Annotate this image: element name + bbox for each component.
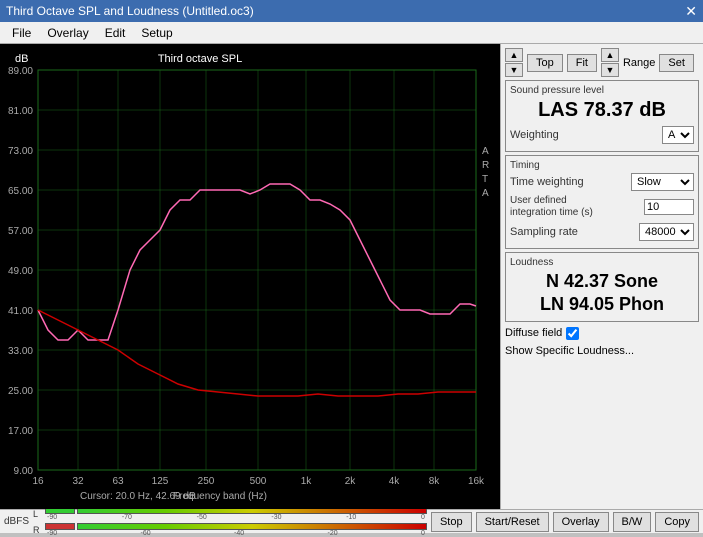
svg-text:65.00: 65.00 [8, 186, 33, 197]
overlay-button[interactable]: Overlay [553, 512, 609, 532]
time-weighting-select[interactable]: Slow Fast Impulse [631, 173, 694, 191]
right-panel: ▲ ▼ Top Fit ▲ ▼ Range Set Sound pressure… [500, 44, 703, 509]
time-weighting-label: Time weighting [510, 176, 584, 188]
set-button[interactable]: Set [659, 54, 694, 72]
svg-text:57.00: 57.00 [8, 226, 33, 237]
range-down-arrow[interactable]: ▼ [601, 63, 619, 77]
title-bar: Third Octave SPL and Loudness (Untitled.… [0, 0, 703, 22]
svg-text:500: 500 [250, 476, 267, 487]
stop-button[interactable]: Stop [431, 512, 472, 532]
svg-text:16k: 16k [468, 476, 485, 487]
svg-text:2k: 2k [345, 476, 357, 487]
close-button[interactable]: ✕ [685, 4, 697, 18]
integration-input[interactable]: 10 [644, 199, 694, 215]
sampling-row: Sampling rate 48000 44100 96000 [510, 223, 694, 241]
weighting-label: Weighting [510, 129, 559, 141]
spl-label: Sound pressure level [510, 85, 694, 96]
svg-text:A: A [482, 188, 489, 199]
menu-setup[interactable]: Setup [133, 24, 180, 42]
top-down-arrow[interactable]: ▼ [505, 63, 523, 77]
top-arrows: ▲ ▼ [505, 48, 523, 77]
svg-text:1k: 1k [301, 476, 313, 487]
bw-button[interactable]: B/W [613, 512, 652, 532]
svg-text:dB: dB [15, 53, 28, 65]
dbfs-label: dBFS [4, 516, 29, 527]
menu-bar: File Overlay Edit Setup [0, 22, 703, 44]
meter-r-label: R [33, 525, 43, 535]
time-weighting-row: Time weighting Slow Fast Impulse [510, 173, 694, 191]
show-specific-label: Show Specific Loudness... [505, 345, 634, 357]
svg-text:125: 125 [152, 476, 169, 487]
loudness-n-value: N 42.37 Sone [510, 270, 694, 293]
svg-text:81.00: 81.00 [8, 106, 33, 117]
svg-text:9.00: 9.00 [14, 466, 34, 477]
fit-button[interactable]: Fit [567, 54, 597, 72]
start-reset-button[interactable]: Start/Reset [476, 512, 549, 532]
menu-edit[interactable]: Edit [97, 24, 134, 42]
window-title: Third Octave SPL and Loudness (Untitled.… [6, 4, 254, 18]
menu-file[interactable]: File [4, 24, 39, 42]
meter-l-label: L [33, 509, 43, 519]
svg-text:250: 250 [198, 476, 215, 487]
main-content: Third octave SPL dB A R T A 89.00 81.00 … [0, 44, 703, 509]
sampling-label: Sampling rate [510, 226, 578, 238]
loudness-ln-value: LN 94.05 Phon [510, 293, 694, 316]
timing-section: Timing Time weighting Slow Fast Impulse … [505, 155, 699, 249]
timing-label: Timing [510, 160, 694, 171]
sampling-select[interactable]: 48000 44100 96000 [639, 223, 694, 241]
bottom-bar: dBFS L -90-70-50-30-100 R [0, 509, 703, 533]
top-up-arrow[interactable]: ▲ [505, 48, 523, 62]
svg-text:49.00: 49.00 [8, 266, 33, 277]
svg-text:32: 32 [72, 476, 84, 487]
loudness-label: Loudness [510, 257, 694, 268]
show-specific-row: Show Specific Loudness... [505, 345, 699, 357]
top-button[interactable]: Top [527, 54, 563, 72]
diffuse-row: Diffuse field [505, 327, 699, 340]
range-arrows: ▲ ▼ [601, 48, 619, 77]
svg-text:33.00: 33.00 [8, 346, 33, 357]
svg-text:73.00: 73.00 [8, 146, 33, 157]
svg-text:63: 63 [112, 476, 124, 487]
loudness-section: Loudness N 42.37 Sone LN 94.05 Phon [505, 252, 699, 322]
svg-text:4k: 4k [389, 476, 401, 487]
svg-text:16: 16 [32, 476, 44, 487]
svg-text:89.00: 89.00 [8, 66, 33, 77]
menu-overlay[interactable]: Overlay [39, 24, 96, 42]
integration-row: User defined integration time (s) 10 [510, 195, 694, 219]
copy-button[interactable]: Copy [655, 512, 699, 532]
spl-section: Sound pressure level LAS 78.37 dB Weight… [505, 80, 699, 152]
svg-text:T: T [482, 174, 488, 185]
svg-text:41.00: 41.00 [8, 306, 33, 317]
weighting-select[interactable]: A B C Z [662, 126, 694, 144]
diffuse-label: Diffuse field [505, 327, 562, 339]
svg-text:Third octave SPL: Third octave SPL [158, 53, 242, 65]
svg-text:8k: 8k [429, 476, 441, 487]
range-up-arrow[interactable]: ▲ [601, 48, 619, 62]
level-meters: L -90-70-50-30-100 R -90-60-40-200 [33, 507, 427, 537]
integration-label: User defined integration time (s) [510, 195, 610, 219]
range-label: Range [623, 57, 655, 69]
diffuse-checkbox[interactable] [566, 327, 579, 340]
weighting-row: Weighting A B C Z [510, 126, 694, 144]
svg-text:A: A [482, 146, 489, 157]
svg-text:25.00: 25.00 [8, 386, 33, 397]
svg-text:R: R [482, 160, 489, 171]
top-controls-row: ▲ ▼ Top Fit ▲ ▼ Range Set [505, 48, 699, 77]
chart-area: Third octave SPL dB A R T A 89.00 81.00 … [0, 44, 500, 509]
meter-r-row: R -90-60-40-200 [33, 523, 427, 537]
svg-text:17.00: 17.00 [8, 426, 33, 437]
spl-value: LAS 78.37 dB [510, 98, 694, 122]
svg-text:Cursor: 20.0 Hz, 42.69 dB: Cursor: 20.0 Hz, 42.69 dB [80, 491, 196, 502]
